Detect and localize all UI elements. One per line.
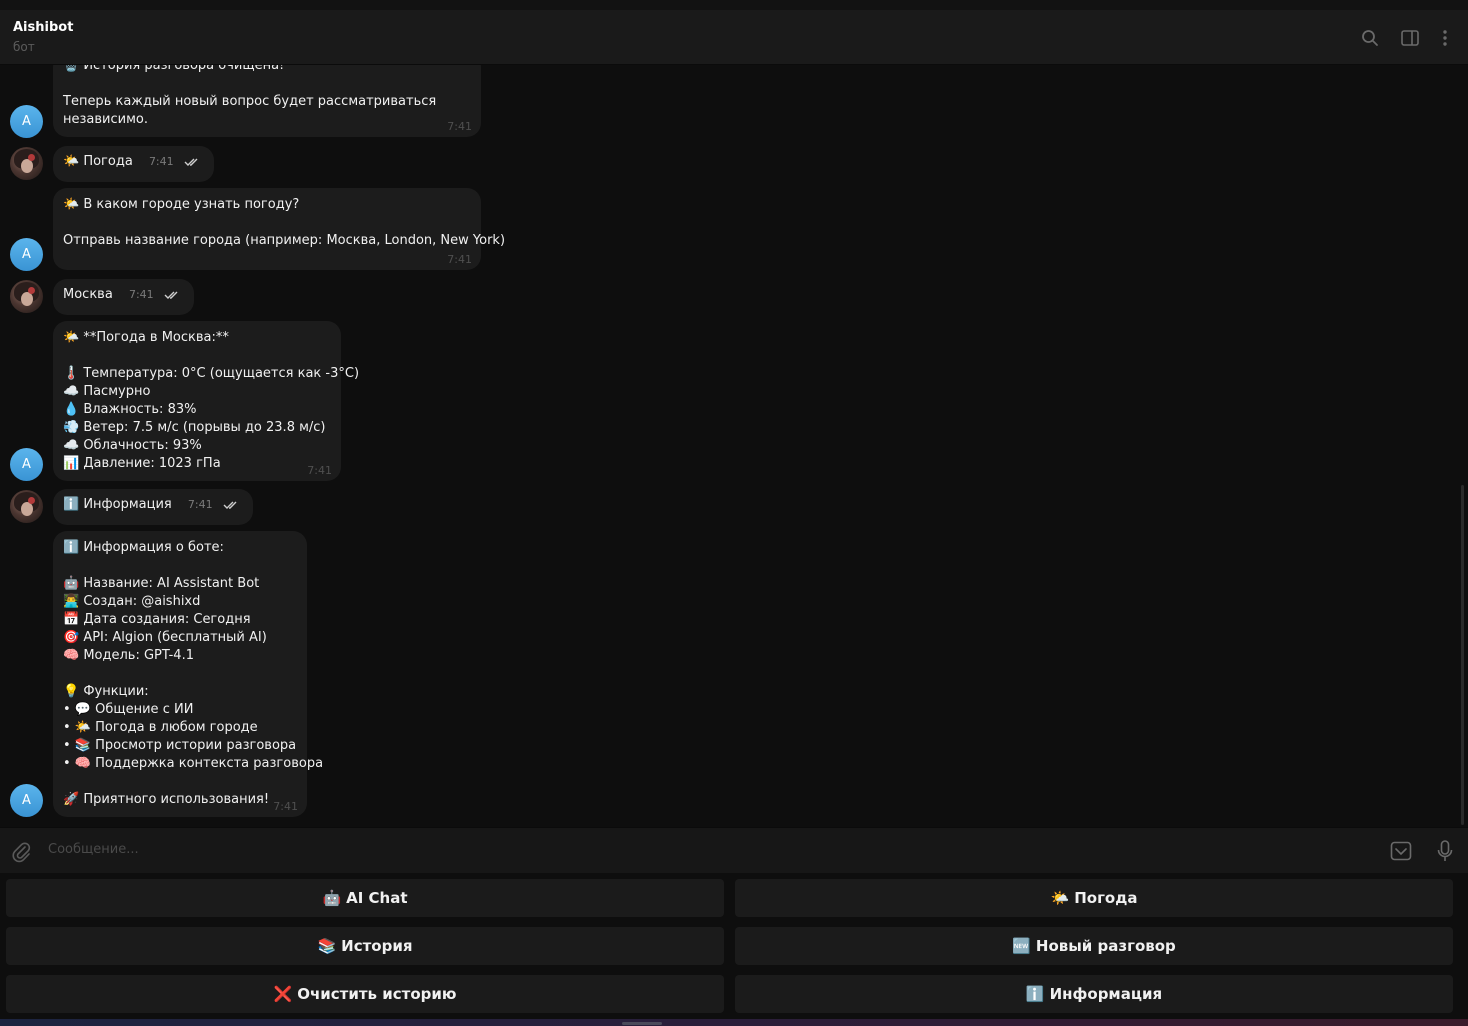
history-button[interactable]: 📚 История	[6, 927, 724, 965]
message-line: • 🌤️ Погода в любом городе	[63, 720, 258, 735]
message-line	[63, 214, 471, 232]
message-line: 🗑️ История разговора очищена!	[63, 65, 285, 73]
user-avatar[interactable]	[10, 280, 43, 313]
message-line: 🌤️ **Погода в Москва:**	[63, 330, 229, 345]
message-line	[63, 75, 471, 93]
os-taskbar-edge	[0, 1019, 1468, 1026]
message-line: 🎯 API: Algion (бесплатный AI)	[63, 630, 267, 645]
search-icon[interactable]	[1360, 28, 1380, 48]
bot-message[interactable]: 🌤️ В каком городе узнать погоду? Отправь…	[53, 188, 506, 270]
ai-chat-button[interactable]: 🤖 AI Chat	[6, 879, 724, 917]
message-line: независимо.	[63, 112, 148, 127]
bot-message[interactable]: ℹ️ Информация о боте: 🤖 Название: AI Ass…	[53, 531, 324, 817]
bot-message[interactable]: 🌤️ **Погода в Москва:** 🌡️ Температура: …	[53, 321, 360, 481]
message-line	[63, 773, 297, 791]
scrollbar[interactable]	[1461, 485, 1464, 825]
message-line: 🚀 Приятного использования!	[63, 792, 270, 807]
message-line: 🤖 Название: AI Assistant Bot	[63, 576, 260, 591]
books-icon: 📚	[317, 937, 337, 955]
telegram-chat-window: Aishibot бот 🗑️ История разговора очищен…	[0, 0, 1468, 1026]
user-message[interactable]: ℹ️ Информация 7:41	[53, 489, 253, 525]
keyboard-icon[interactable]	[1390, 840, 1412, 862]
message-time: 7:41	[447, 253, 472, 266]
bot-avatar[interactable]: A	[10, 238, 43, 271]
message-line: ☁️ Пасмурно	[63, 384, 151, 399]
message-line: ℹ️ Информация о боте:	[63, 540, 224, 555]
sidebar-toggle-icon[interactable]	[1400, 28, 1420, 48]
bot-avatar[interactable]: A	[10, 105, 43, 138]
button-label: Очистить историю	[297, 985, 457, 1003]
button-label: Новый разговор	[1035, 937, 1176, 955]
new-conversation-button[interactable]: 🆕 Новый разговор	[735, 927, 1453, 965]
message-time: 7:41	[447, 120, 472, 133]
message-list[interactable]: 🗑️ История разговора очищена! Теперь каж…	[0, 65, 1468, 827]
message-line: 💡 Функции:	[63, 684, 149, 699]
chat-header: Aishibot бот	[0, 0, 1468, 65]
message-line	[63, 557, 297, 575]
message-line: 📊 Давление: 1023 гПа	[63, 456, 221, 471]
message-line: 🧠 Модель: GPT-4.1	[63, 648, 194, 663]
chat-title[interactable]: Aishibot	[13, 20, 73, 35]
new-badge-icon: 🆕	[1012, 937, 1031, 955]
message-time: 7:41	[307, 464, 332, 477]
message-time: 7:41	[273, 800, 298, 813]
button-label: Погода	[1074, 889, 1138, 907]
message-text: Москва	[63, 287, 113, 302]
message-line: ☁️ Облачность: 93%	[63, 438, 202, 453]
more-vertical-icon[interactable]	[1435, 28, 1455, 48]
message-line: 🌤️ В каком городе узнать погоду?	[63, 197, 300, 212]
message-line: 📅 Дата создания: Сегодня	[63, 612, 251, 627]
message-line: Теперь каждый новый вопрос будет рассмат…	[63, 94, 437, 109]
cross-mark-icon: ❌	[273, 985, 293, 1003]
button-label: Информация	[1049, 985, 1163, 1003]
message-composer: Сообщение...	[0, 827, 1468, 873]
clear-history-button[interactable]: ❌ Очистить историю	[6, 975, 724, 1013]
user-avatar[interactable]	[10, 147, 43, 180]
message-time: 7:41	[148, 155, 174, 168]
message-text: 🌤️ Погода	[63, 154, 133, 169]
weather-button[interactable]: 🌤️ Погода	[735, 879, 1453, 917]
window-titlebar	[0, 0, 1468, 10]
bot-message[interactable]: 🗑️ История разговора очищена! Теперь каж…	[53, 65, 481, 137]
message-time: 7:41	[128, 288, 154, 301]
read-checks-icon	[164, 291, 178, 299]
bot-avatar[interactable]: A	[10, 784, 43, 817]
message-line: • 📚 Просмотр истории разговора	[63, 738, 297, 753]
message-line: 🌡️ Температура: 0°C (ощущается как -3°C)	[63, 366, 360, 381]
read-checks-icon	[223, 501, 237, 509]
message-text: ℹ️ Информация	[63, 497, 172, 512]
user-message[interactable]: Москва 7:41	[53, 279, 194, 315]
microphone-icon[interactable]	[1435, 839, 1455, 863]
message-line: 👨‍💻 Создан: @aishixd	[63, 594, 201, 609]
user-avatar[interactable]	[10, 490, 43, 523]
button-label: История	[341, 937, 413, 955]
message-line: 💧 Влажность: 83%	[63, 402, 197, 417]
message-line	[63, 347, 331, 365]
message-input[interactable]: Сообщение...	[48, 842, 139, 857]
message-line	[63, 665, 297, 683]
message-time: 7:41	[187, 498, 213, 511]
message-line: • 🧠 Поддержка контекста разговора	[63, 756, 324, 771]
button-label: AI Chat	[346, 889, 408, 907]
bot-avatar[interactable]: A	[10, 448, 43, 481]
info-icon: ℹ️	[1025, 985, 1045, 1003]
read-checks-icon	[184, 158, 198, 166]
sun-cloud-icon: 🌤️	[1050, 889, 1070, 907]
bot-reply-keyboard: 🤖 AI Chat 🌤️ Погода 📚 История 🆕 Новый разгов…	[0, 873, 1468, 1019]
message-line: 💨 Ветер: 7.5 м/с (порывы до 23.8 м/с)	[63, 420, 326, 435]
message-line: • 💬 Общение с ИИ	[63, 702, 194, 717]
message-line: Отправь название города (например: Москв…	[63, 233, 506, 248]
user-message[interactable]: 🌤️ Погода 7:41	[53, 146, 214, 182]
robot-icon: 🤖	[322, 889, 342, 907]
chat-subtitle: бот	[13, 40, 35, 54]
paperclip-icon[interactable]	[11, 841, 31, 863]
information-button[interactable]: ℹ️ Информация	[735, 975, 1453, 1013]
